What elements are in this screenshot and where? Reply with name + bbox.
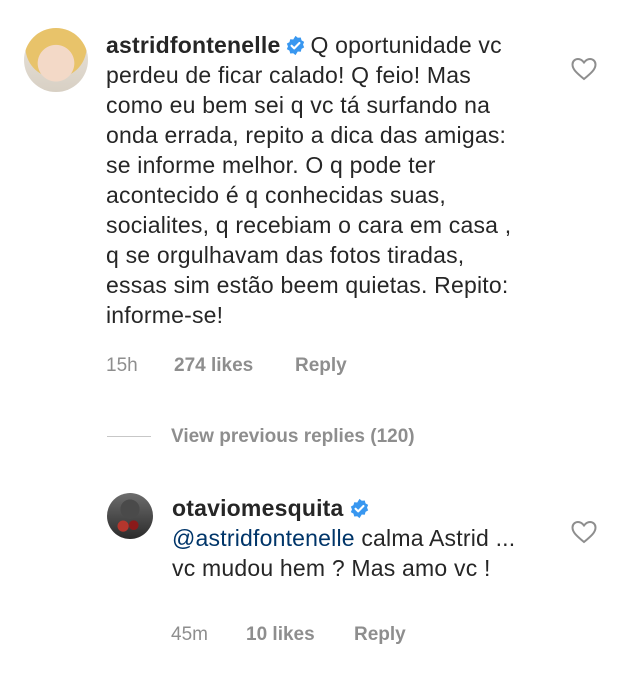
reply-timestamp: 45m — [171, 624, 208, 645]
comment-reply-button[interactable]: Reply — [295, 355, 347, 377]
reply-reply-button[interactable]: Reply — [354, 624, 406, 646]
comment-likes[interactable]: 274 likes — [174, 355, 253, 377]
comment-text-block: astridfontenelle Q oportunidade vc perdeu… — [106, 30, 526, 330]
avatar[interactable] — [107, 493, 153, 539]
avatar[interactable] — [24, 28, 88, 92]
comment-body: Q oportunidade vc perdeu de ficar calado… — [106, 32, 512, 328]
heart-outline-icon[interactable] — [571, 57, 597, 81]
comment-username[interactable]: astridfontenelle — [106, 32, 280, 58]
reply-username[interactable]: otaviomesquita — [172, 495, 344, 521]
comment-timestamp: 15h — [106, 355, 138, 376]
verified-badge-icon — [350, 498, 368, 519]
verified-badge-icon — [287, 35, 305, 56]
replies-divider-line — [107, 436, 151, 437]
reply-mention-link[interactable]: @astridfontenelle — [172, 525, 355, 551]
heart-outline-icon[interactable] — [571, 520, 597, 544]
view-previous-replies-button[interactable]: View previous replies (120) — [171, 426, 415, 448]
reply-likes[interactable]: 10 likes — [246, 624, 315, 646]
reply-text-block: otaviomesquita @astridfontenelle calma As… — [172, 493, 532, 583]
